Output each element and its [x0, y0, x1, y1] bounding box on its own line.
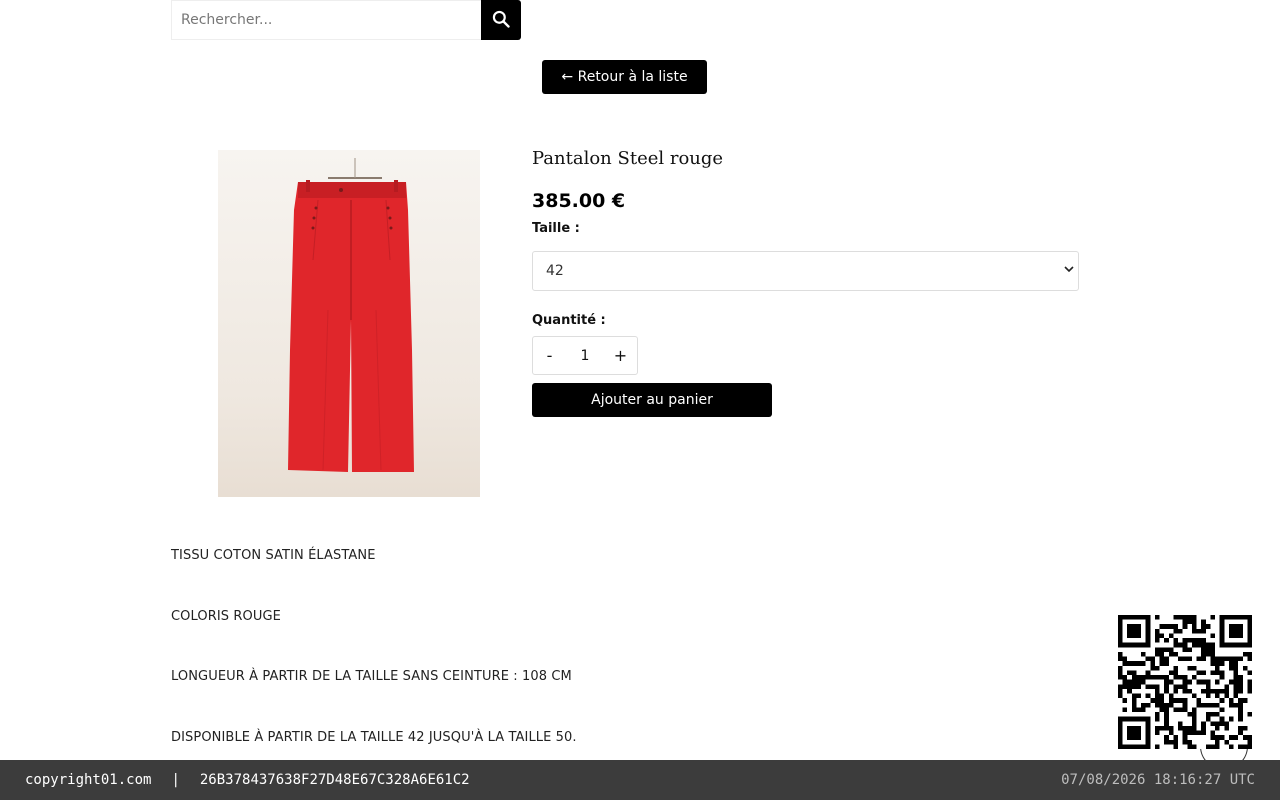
add-to-cart-button[interactable]: Ajouter au panier	[532, 383, 772, 417]
description-line: DISPONIBLE À PARTIR DE LA TAILLE 42 JUSQ…	[171, 730, 577, 745]
search-icon	[491, 9, 511, 32]
quantity-label: Quantité :	[532, 313, 606, 328]
qr-code	[1118, 615, 1252, 749]
product-title: Pantalon Steel rouge	[532, 148, 724, 169]
footer-bar: copyright01.com | 26B378437638F27D48E67C…	[0, 760, 1280, 800]
description-line: TISSU COTON SATIN ÉLASTANE	[171, 548, 376, 563]
footer-hash: 26B378437638F27D48E67C328A6E61C2	[199, 772, 470, 788]
footer-site: copyright01.com	[25, 772, 152, 788]
product-image	[218, 150, 480, 497]
search-bar	[171, 0, 521, 40]
size-select[interactable]: 42	[532, 251, 1079, 291]
quantity-decrease-button[interactable]: -	[533, 337, 566, 374]
description-line: COLORIS ROUGE	[171, 609, 281, 624]
search-button[interactable]	[481, 0, 521, 40]
size-label: Taille :	[532, 221, 580, 236]
product-price: 385.00 €	[532, 190, 626, 212]
quantity-input[interactable]	[566, 337, 604, 374]
description-line: LONGUEUR À PARTIR DE LA TAILLE SANS CEIN…	[171, 669, 572, 684]
footer-separator: |	[171, 772, 180, 788]
footer-timestamp: 07/08/2026 18:16:27 UTC	[1061, 772, 1255, 788]
quantity-increase-button[interactable]: +	[604, 337, 637, 374]
quantity-stepper: - +	[532, 336, 638, 375]
search-input[interactable]	[171, 0, 481, 40]
back-to-list-button[interactable]: ← Retour à la liste	[542, 60, 707, 94]
